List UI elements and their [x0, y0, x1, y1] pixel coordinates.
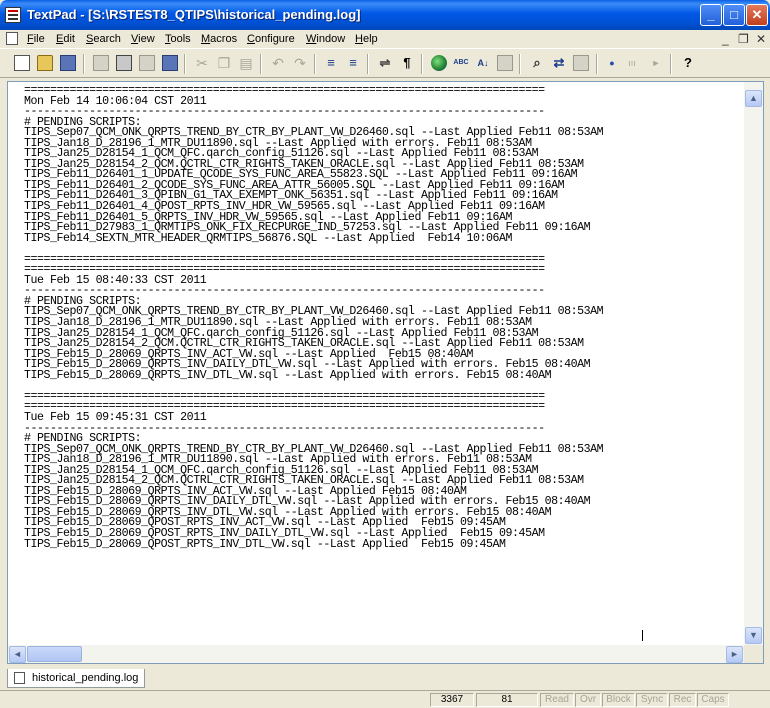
status-read-indicator[interactable]: Read	[540, 693, 574, 707]
window-title: TextPad - [S:\RSTEST8_QTIPS\historical_p…	[27, 7, 361, 22]
print-preview-icon[interactable]	[139, 55, 155, 71]
vertical-scrollbar[interactable]: ▲ ▼	[744, 82, 763, 645]
toolbar-separator	[83, 54, 85, 74]
toolbar-separator	[519, 54, 521, 74]
document-tab[interactable]: historical_pending.log	[7, 669, 146, 688]
undo-icon[interactable]: ↶	[270, 55, 286, 71]
scroll-left-button[interactable]: ◄	[9, 646, 26, 663]
print-icon[interactable]	[116, 55, 132, 71]
mdi-minimize-button[interactable]: _	[722, 32, 729, 46]
menu-macros[interactable]: Macros	[201, 33, 237, 45]
mdi-restore-button[interactable]: ❐	[738, 32, 749, 46]
text-cursor	[642, 630, 643, 641]
scroll-down-button[interactable]: ▼	[745, 627, 762, 644]
status-record-indicator[interactable]: Rec	[669, 693, 696, 707]
record-macro-icon[interactable]: ●	[604, 55, 620, 71]
minimize-button[interactable]: _	[700, 4, 722, 26]
replace-icon[interactable]: ⇄	[551, 55, 567, 71]
menu-help[interactable]: Help	[355, 33, 378, 45]
status-overwrite-indicator[interactable]: Ovr	[575, 693, 601, 707]
unindent-icon[interactable]: ≡	[345, 55, 361, 71]
context-help-icon[interactable]: ?	[680, 55, 696, 71]
toolbar-separator	[367, 54, 369, 74]
pilcrow-icon[interactable]: ¶	[399, 55, 415, 71]
paste-icon[interactable]: ▤	[238, 55, 254, 71]
menu-view[interactable]: View	[131, 33, 155, 45]
scroll-right-button[interactable]: ►	[726, 646, 743, 663]
status-column-number: 81	[476, 693, 538, 707]
horizontal-scrollbar[interactable]: ◄ ►	[8, 645, 744, 663]
document-tab-bar: historical_pending.log	[0, 666, 770, 690]
find-in-files-icon[interactable]	[573, 55, 589, 71]
textpad-app-icon[interactable]	[5, 7, 21, 23]
title-bar[interactable]: TextPad - [S:\RSTEST8_QTIPS\historical_p…	[0, 0, 770, 30]
new-file-icon[interactable]	[14, 55, 30, 71]
status-block-indicator[interactable]: Block	[602, 693, 635, 707]
status-bar: 3367 81 Read Ovr Block Sync Rec Caps	[0, 690, 770, 708]
cut-icon[interactable]: ✂	[194, 55, 210, 71]
toolbar-separator	[596, 54, 598, 74]
horizontal-scroll-thumb[interactable]	[27, 646, 82, 662]
code-line[interactable]: TIPS_Feb15_D_28069_QPOST_RPTS_INV_DTL_VW…	[24, 538, 744, 551]
menu-edit[interactable]: Edit	[56, 33, 75, 45]
find-icon[interactable]: ⌕	[529, 55, 545, 71]
code-line[interactable]: TIPS_Feb14_SEXTN_MTR_HEADER_QRMTIPS_5687…	[24, 233, 744, 245]
copy-icon[interactable]: ❐	[216, 55, 232, 71]
redo-icon[interactable]: ↷	[292, 55, 308, 71]
menu-file[interactable]: File	[27, 33, 45, 45]
spelling-icon[interactable]: ABC	[453, 55, 469, 71]
scroll-up-button[interactable]: ▲	[745, 90, 762, 107]
indent-icon[interactable]: ≡	[323, 55, 339, 71]
toolbar-separator	[314, 54, 316, 74]
document-properties-icon[interactable]	[93, 55, 109, 71]
toolbar-separator	[421, 54, 423, 74]
menu-window[interactable]: Window	[306, 33, 345, 45]
code-line[interactable]: TIPS_Feb15_D_28069_QRPTS_INV_DTL_VW.sql …	[24, 370, 744, 382]
maximize-button[interactable]: □	[723, 4, 745, 26]
menu-configure[interactable]: Configure	[247, 33, 295, 45]
status-caps-indicator[interactable]: Caps	[697, 693, 729, 707]
toolbar-separator	[260, 54, 262, 74]
open-file-icon[interactable]	[37, 55, 53, 71]
toolbar-separator	[184, 54, 186, 74]
close-button[interactable]: ✕	[746, 4, 768, 26]
toolbar: ✂ ❐ ▤ ↶ ↷ ≡ ≡ ⇌ ¶ ABC A↓ ⌕ ⇄ ● ııı ► ?	[0, 48, 770, 78]
next-icon[interactable]: ►	[648, 55, 664, 71]
menu-search[interactable]: Search	[86, 33, 121, 45]
menu-tools[interactable]: Tools	[165, 33, 191, 45]
sort-icon[interactable]: A↓	[475, 55, 491, 71]
menu-bar: File Edit Search View Tools Macros Confi…	[0, 30, 770, 48]
save-icon[interactable]	[60, 55, 76, 71]
document-icon[interactable]	[6, 32, 18, 45]
document-tab-label: historical_pending.log	[32, 672, 139, 684]
document-icon	[14, 672, 25, 684]
toolbar-separator	[670, 54, 672, 74]
editor-text-area[interactable]: ========================================…	[24, 86, 744, 646]
workspace-icon[interactable]	[162, 55, 178, 71]
status-sync-indicator[interactable]: Sync	[636, 693, 668, 707]
web-browser-icon[interactable]	[431, 55, 447, 71]
status-line-number: 3367	[430, 693, 474, 707]
mdi-close-button[interactable]: ✕	[756, 32, 766, 46]
play-macro-icon[interactable]: ııı	[624, 55, 640, 71]
word-wrap-icon[interactable]: ⇌	[377, 55, 393, 71]
compare-icon[interactable]	[497, 55, 513, 71]
scrollbar-corner	[744, 645, 763, 663]
editor-pane[interactable]: ========================================…	[7, 81, 764, 664]
